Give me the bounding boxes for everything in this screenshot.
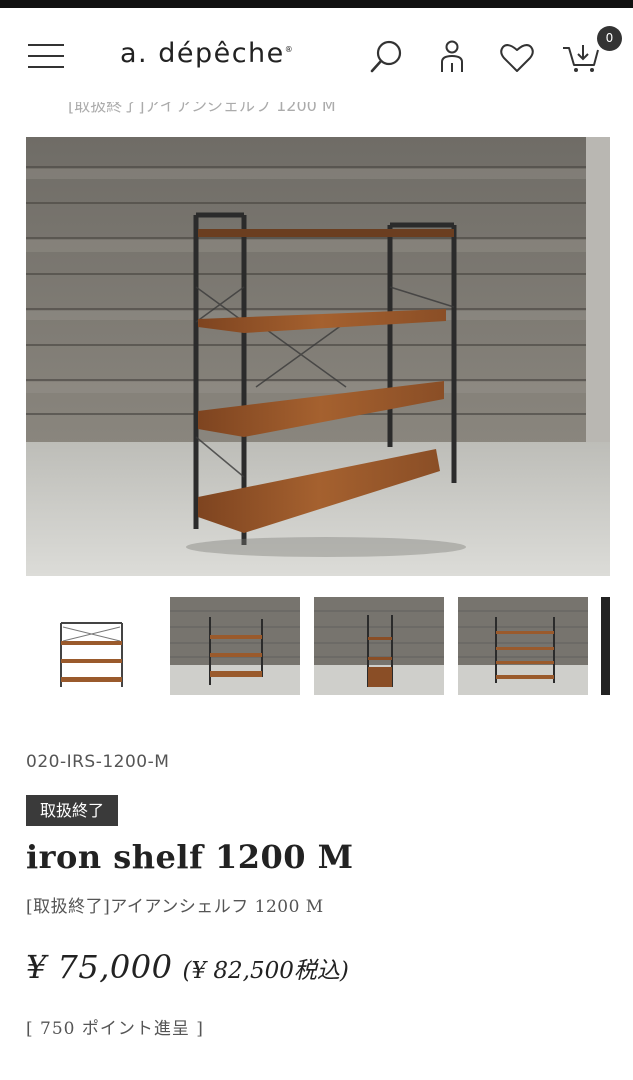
status-badge: 取扱終了 — [26, 795, 119, 826]
thumbnail-3[interactable] — [314, 597, 444, 695]
brand-logo[interactable]: a. dépêche® — [120, 38, 294, 69]
thumbnail-1[interactable] — [26, 597, 156, 695]
thumbnail-4[interactable] — [458, 597, 588, 695]
heart-icon[interactable] — [497, 38, 537, 78]
thumbnail-strip — [26, 597, 610, 695]
status-bar — [0, 0, 633, 8]
product-subtitle: [取扱終了]アイアンシェルフ 1200 M — [26, 897, 324, 917]
price: ¥ 75,000 — [26, 948, 173, 986]
product-sku: 020-IRS-1200-M — [26, 752, 170, 772]
cart-count-badge: 0 — [597, 26, 622, 51]
main-product-image[interactable] — [26, 137, 610, 576]
price-tax-included: (¥ 82,500税込) — [182, 958, 349, 984]
reward-points: [ 750 ポイント進呈 ] — [26, 1019, 204, 1039]
price-row: ¥ 75,000 (¥ 82,500税込) — [26, 948, 349, 986]
user-icon[interactable] — [432, 38, 472, 78]
breadcrumb: [取扱終了]アイアンシェルフ 1200 M — [68, 96, 336, 114]
thumbnail-5[interactable] — [601, 597, 610, 695]
thumbnail-2[interactable] — [170, 597, 300, 695]
search-icon[interactable] — [367, 38, 407, 78]
menu-icon[interactable] — [28, 44, 64, 72]
product-title: iron shelf 1200 M — [26, 838, 354, 876]
cart-icon[interactable] — [561, 38, 601, 78]
site-header: a. dépêche® 0 — [0, 8, 633, 90]
